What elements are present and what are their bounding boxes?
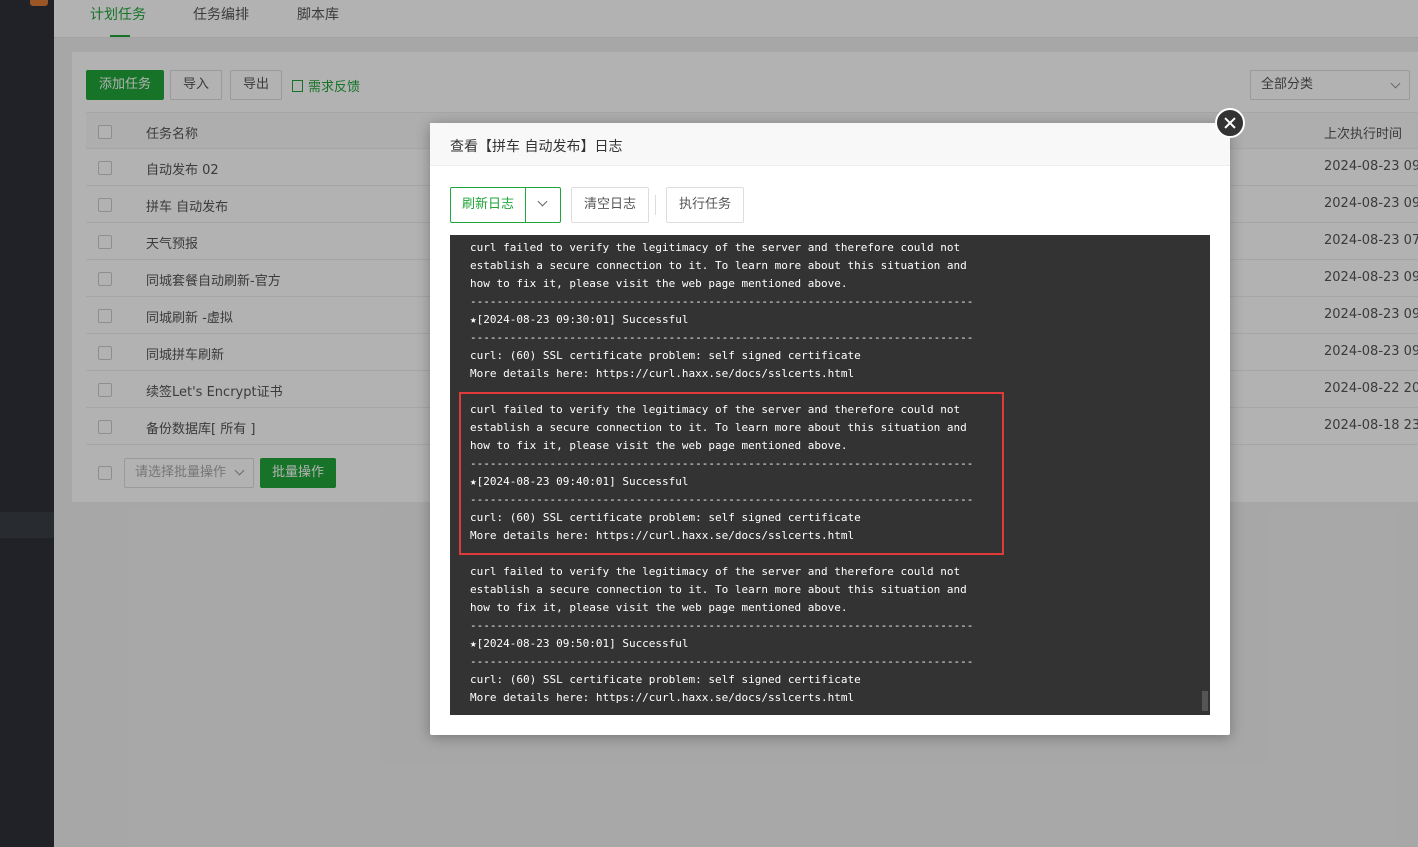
dialog-title: 查看【拼车 自动发布】日志 (450, 139, 623, 155)
dialog-header: 查看【拼车 自动发布】日志 (430, 123, 1230, 166)
chevron-down-icon[interactable] (537, 196, 548, 207)
log-line: curl failed to verify the legitimacy of … (470, 241, 961, 254)
log-line: More details here: https://curl.haxx.se/… (470, 691, 855, 704)
log-line: curl: (60) SSL certificate problem: self… (470, 349, 861, 362)
execute-task-button[interactable]: 执行任务 (666, 187, 745, 223)
log-line: ----------------------------------------… (470, 655, 974, 668)
log-line: ----------------------------------------… (470, 331, 974, 344)
highlight-annotation (459, 392, 1004, 555)
log-line: More details here: https://curl.haxx.se/… (470, 367, 855, 380)
log-line: ★[2024-08-23 09:50:01] Successful (470, 637, 689, 650)
log-line: curl failed to verify the legitimacy of … (470, 565, 961, 578)
split-divider (525, 188, 526, 222)
log-line: establish a secure connection to it. To … (470, 583, 967, 596)
log-line: how to fix it, please visit the web page… (470, 601, 848, 614)
log-line: ★[2024-08-23 09:30:01] Successful (470, 313, 689, 326)
log-line: curl: (60) SSL certificate problem: self… (470, 673, 861, 686)
clear-log-button[interactable]: 清空日志 (571, 187, 650, 223)
log-scrollbar[interactable] (1202, 691, 1208, 711)
close-icon[interactable] (1215, 108, 1245, 138)
log-line: how to fix it, please visit the web page… (470, 277, 848, 290)
log-line: ----------------------------------------… (470, 619, 974, 632)
refresh-log-label: 刷新日志 (461, 197, 514, 212)
log-line: establish a secure connection to it. To … (470, 259, 967, 272)
refresh-log-button[interactable]: 刷新日志 (450, 187, 561, 223)
button-divider (655, 195, 656, 215)
log-line: ----------------------------------------… (470, 295, 974, 308)
